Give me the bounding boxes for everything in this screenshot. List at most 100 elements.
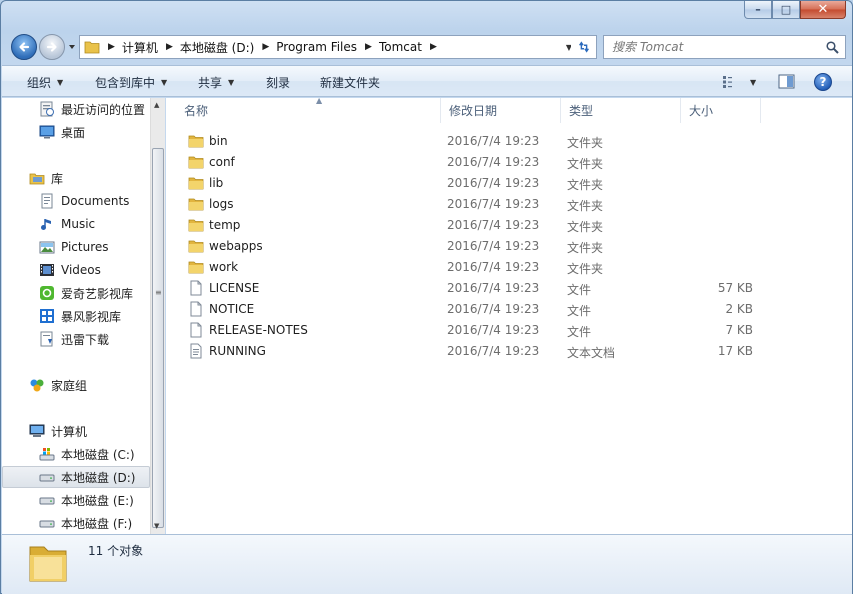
- chevron-down-icon: ▼: [57, 78, 64, 87]
- maximize-button[interactable]: □: [772, 1, 800, 19]
- nav-item-videos[interactable]: Videos: [2, 259, 150, 281]
- file-type: 文件夹: [567, 178, 604, 192]
- chevron-down-icon: ▼: [750, 77, 757, 87]
- nav-item-libraries[interactable]: 库: [2, 167, 150, 189]
- file-name-cell[interactable]: webapps: [188, 238, 263, 254]
- file-name-cell[interactable]: LICENSE: [188, 280, 259, 296]
- back-button[interactable]: [11, 34, 37, 60]
- refresh-button[interactable]: [571, 35, 597, 59]
- column-header-size[interactable]: 大小: [681, 98, 761, 123]
- file-name-cell[interactable]: conf: [188, 154, 235, 170]
- breadcrumb-drive-d[interactable]: 本地磁盘 (D:): [180, 39, 254, 56]
- file-icon: [190, 322, 202, 338]
- file-modified: 2016/7/4 19:23: [447, 197, 540, 211]
- file-row-temp[interactable]: temp 2016/7/4 19:23 文件夹: [184, 215, 764, 236]
- file-name-cell[interactable]: work: [188, 259, 238, 275]
- help-button[interactable]: ?: [814, 71, 832, 93]
- file-name-cell[interactable]: NOTICE: [188, 301, 254, 317]
- scrollbar-thumb[interactable]: [152, 148, 164, 528]
- nav-item-label: 最近访问的位置: [61, 102, 146, 117]
- file-row-work[interactable]: work 2016/7/4 19:23 文件夹: [184, 257, 764, 278]
- file-type: 文件: [567, 304, 592, 318]
- file-row-webapps[interactable]: webapps 2016/7/4 19:23 文件夹: [184, 236, 764, 257]
- file-row-running[interactable]: RUNNING 2016/7/4 19:23 文本文档 17 KB: [184, 341, 764, 362]
- nav-item-computer[interactable]: 计算机: [2, 420, 150, 442]
- file-modified: 2016/7/4 19:23: [447, 344, 540, 358]
- breadcrumb-separator-icon[interactable]: ▶: [262, 42, 269, 52]
- address-bar[interactable]: ▶ 计算机 ▶ 本地磁盘 (D:) ▶ Program Files ▶ Tomc…: [79, 35, 577, 59]
- breadcrumb-separator-icon[interactable]: ▶: [365, 42, 372, 52]
- nav-item-xunlei-downloads[interactable]: 迅雷下载: [2, 328, 150, 350]
- search-box: [603, 35, 846, 59]
- file-row-release-notes[interactable]: RELEASE-NOTES 2016/7/4 19:23 文件 7 KB: [184, 320, 764, 341]
- file-name-cell[interactable]: bin: [188, 133, 228, 149]
- burn-button[interactable]: 刻录: [266, 74, 290, 91]
- nav-item-documents[interactable]: Documents: [2, 190, 150, 212]
- nav-item-music[interactable]: Music: [2, 213, 150, 235]
- nav-item-iqiyi-library[interactable]: 爱奇艺影视库: [2, 282, 150, 304]
- iqiyi-icon: [40, 286, 54, 300]
- search-input[interactable]: [612, 40, 812, 54]
- nav-item-pictures[interactable]: Pictures: [2, 236, 150, 258]
- explorer-window: – □ ✕ ▶ 计算机 ▶ 本地磁盘 (D:) ▶ Program Files …: [0, 0, 853, 594]
- file-name-cell[interactable]: lib: [188, 175, 223, 191]
- close-button[interactable]: ✕: [800, 1, 846, 19]
- file-row-license[interactable]: LICENSE 2016/7/4 19:23 文件 57 KB: [184, 278, 764, 299]
- drive-icon: [39, 497, 55, 505]
- file-row-lib[interactable]: lib 2016/7/4 19:23 文件夹: [184, 173, 764, 194]
- file-name: LICENSE: [209, 281, 260, 295]
- nav-item-drive-e[interactable]: 本地磁盘 (E:): [2, 489, 150, 511]
- nav-item-drive-f[interactable]: 本地磁盘 (F:): [2, 512, 150, 534]
- column-header-type[interactable]: 类型: [561, 98, 681, 123]
- file-name-cell[interactable]: RELEASE-NOTES: [188, 322, 308, 338]
- chevron-down-icon: ▼: [161, 78, 168, 87]
- file-icon: [190, 280, 202, 296]
- breadcrumb-tomcat[interactable]: Tomcat: [379, 40, 422, 54]
- scroll-down-icon[interactable]: ▼: [154, 522, 159, 530]
- nav-item-drive-c[interactable]: 本地磁盘 (C:): [2, 443, 150, 465]
- recent-pages-dropdown-icon[interactable]: [67, 42, 77, 52]
- nav-item-label: 家庭组: [51, 378, 88, 393]
- nav-item-homegroup[interactable]: 家庭组: [2, 374, 150, 396]
- search-icon[interactable]: [826, 41, 839, 54]
- file-row-logs[interactable]: logs 2016/7/4 19:23 文件夹: [184, 194, 764, 215]
- column-header-label: 大小: [689, 104, 714, 118]
- file-row-bin[interactable]: bin 2016/7/4 19:23 文件夹: [184, 131, 764, 152]
- caption-buttons: – □ ✕: [744, 1, 846, 19]
- organize-label: 组织: [27, 76, 52, 90]
- scrollbar-grip-icon: ≡: [155, 288, 162, 297]
- share-menu[interactable]: 共享 ▼: [198, 74, 234, 91]
- breadcrumb-program-files[interactable]: Program Files: [276, 40, 357, 54]
- breadcrumb-computer[interactable]: 计算机: [122, 39, 158, 56]
- file-row-notice[interactable]: NOTICE 2016/7/4 19:23 文件 2 KB: [184, 299, 764, 320]
- details-pane: 11 个对象: [2, 534, 852, 594]
- breadcrumb-separator-icon[interactable]: ▶: [166, 42, 173, 52]
- scroll-up-icon[interactable]: ▲: [154, 101, 159, 109]
- nav-item-baofeng-library[interactable]: 暴风影视库: [2, 305, 150, 327]
- file-name-cell[interactable]: temp: [188, 217, 240, 233]
- nav-item-label: Videos: [61, 263, 101, 277]
- file-name-cell[interactable]: logs: [188, 196, 234, 212]
- view-options-button[interactable]: ▼: [722, 71, 756, 93]
- column-header-name[interactable]: 名称 ▲: [176, 96, 441, 123]
- breadcrumb-separator-icon[interactable]: ▶: [430, 42, 437, 52]
- new-folder-button[interactable]: 新建文件夹: [320, 74, 380, 91]
- nav-item-recent-places[interactable]: 最近访问的位置: [2, 98, 150, 120]
- forward-button[interactable]: [39, 34, 65, 60]
- nav-item-drive-d[interactable]: 本地磁盘 (D:): [2, 466, 150, 488]
- file-type: 文本文档: [567, 346, 616, 360]
- breadcrumb-separator-icon[interactable]: ▶: [108, 42, 115, 52]
- share-label: 共享: [198, 76, 223, 90]
- desktop-icon: [39, 125, 55, 139]
- preview-pane-button[interactable]: [778, 71, 796, 93]
- include-in-library-menu[interactable]: 包含到库中 ▼: [95, 74, 167, 91]
- organize-menu[interactable]: 组织 ▼: [27, 74, 63, 91]
- file-name-cell[interactable]: RUNNING: [188, 343, 266, 359]
- folder-icon: [29, 546, 67, 582]
- file-row-conf[interactable]: conf 2016/7/4 19:23 文件夹: [184, 152, 764, 173]
- minimize-button[interactable]: –: [744, 1, 772, 19]
- navigation-scrollbar[interactable]: ▲ ≡ ▼: [150, 98, 165, 534]
- new-folder-label: 新建文件夹: [320, 76, 381, 90]
- nav-item-desktop[interactable]: 桌面: [2, 121, 150, 143]
- column-header-modified[interactable]: 修改日期: [441, 98, 561, 123]
